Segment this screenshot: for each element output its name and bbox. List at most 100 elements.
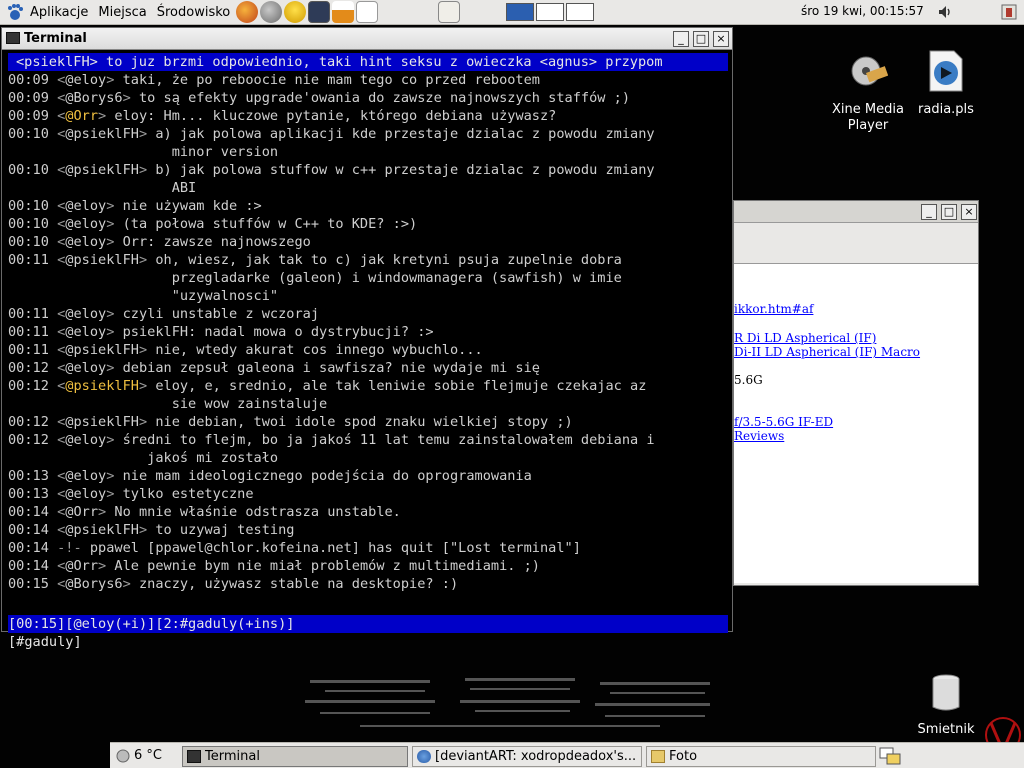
maximize-button[interactable]: □ [693,31,709,47]
chat-line: 00:10 <@psieklFH> b) jak polowa stuffow … [8,162,655,178]
show-desktop-icon[interactable] [438,1,461,23]
message-text: eloy: Hm... kluczowe pytanie, którego de… [114,108,557,124]
chat-line: 00:14 <@Orr> No mnie właśnie odstrasza u… [8,504,401,520]
terminal-titlebar[interactable]: Terminal _ □ × [2,28,732,50]
close-button[interactable]: × [961,204,977,220]
chat-line: 00:11 <@psieklFH> nie, wtedy akurat cos … [8,342,483,358]
message-text: średni to flejm, bo ja jakoś 11 lat temu… [122,432,655,448]
taskbar-item-terminal[interactable]: Terminal [182,746,408,767]
minimize-button[interactable]: _ [921,204,937,220]
message-text: a) jak polowa aplikacji kde przestaje dz… [155,126,655,142]
desktop-icon-xine[interactable]: Xine Media Player [823,53,913,134]
messenger-launcher-icon[interactable] [284,1,307,23]
text-editor-launcher-icon[interactable] [356,1,379,23]
terminal-launcher-icon[interactable] [308,1,331,23]
page-link[interactable]: ikkor.htm#af [734,302,813,316]
weather-icon [116,749,130,763]
taskbar-item-label: [deviantART: xodropdeadox's... [435,749,637,764]
timestamp: 00:10 [8,126,49,142]
timestamp: 00:11 [8,324,49,340]
timestamp: 00:14 [8,504,49,520]
nick: @eloy [65,198,107,214]
timestamp: 00:15 [8,576,49,592]
maximize-button[interactable]: □ [941,204,957,220]
weather-applet[interactable]: 6 °C [114,746,162,765]
clock[interactable]: śro 19 kwi, 00:15:57 [801,4,924,18]
message-text: nie używam kde :> [122,198,262,214]
timestamp: 00:14 [8,522,49,538]
message-text: psieklFH: nadal mowa o dystrybucji? :> [122,324,434,340]
browser-launcher-icon[interactable] [260,1,283,23]
chat-line: 00:12 <@psieklFH> nie debian, twoi idole… [8,414,573,430]
menu-places[interactable]: Miejsca [98,5,146,20]
message-text: tylko estetyczne [122,486,254,502]
page-text: 5.6G [734,373,763,387]
taskbar-item-browser[interactable]: [deviantART: xodropdeadox's... [412,746,642,767]
volume-icon[interactable] [937,4,953,20]
timestamp: 00:09 [8,72,49,88]
browser-window[interactable]: _ □ × ikkor.htm#af R Di LD Aspherical (I… [733,200,979,586]
input-prompt[interactable]: [#gaduly] [8,633,728,651]
message-text: oh, wiesz, jak tak to c) jak kretyni psu… [155,252,622,268]
minimize-button[interactable]: _ [673,31,689,47]
desktop-icon-label: Smietnik [917,722,975,737]
desktop-icon-trash[interactable]: Smietnik [901,673,991,738]
system-marker: -!- [57,540,82,556]
workspace-2[interactable] [536,3,565,21]
page-link[interactable]: Reviews [734,429,784,443]
message-text: znaczy, używasz stable na desktopie? :) [138,576,459,592]
nick: @Orr [65,504,99,520]
logout-icon[interactable] [1000,3,1018,21]
chat-line: sie wow zainstaluje [8,395,728,413]
chat-line: 00:12 <@eloy> debian zepsuł galeona i sa… [8,360,540,376]
taskbar-item-label: Terminal [205,749,260,764]
top-panel: Aplikacje Miejsca Środowisko śro 19 kwi,… [0,0,1024,25]
terminal-content[interactable]: <psieklFH> to juz brzmi odpowiednio, tak… [2,50,732,650]
continuation-text: "uzywalnosci" [171,288,279,304]
chat-line: 00:11 <@eloy> czyli unstable z wczoraj [8,306,320,322]
browser-toolbar [734,224,978,262]
timestamp: 00:11 [8,252,49,268]
chat-line: 00:12 <@eloy> średni to flejm, bo ja jak… [8,432,655,448]
continuation-text: przegladarke (galeon) i windowmanagera (… [171,270,622,286]
window-list-icon[interactable] [879,747,901,765]
film-reel-icon [851,56,889,86]
continuation-text: sie wow zainstaluje [171,396,328,412]
message-text: Ale pewnie bym nie miał problemów z mult… [114,558,540,574]
workspace-1[interactable] [506,3,535,21]
page-link[interactable]: f/3.5-5.6G IF-ED [734,415,833,429]
firefox-launcher-icon[interactable] [236,1,259,23]
menu-system[interactable]: Środowisko [157,5,231,20]
taskbar-item-label: Foto [669,749,698,764]
folder-icon [651,750,665,763]
timestamp: 00:12 [8,432,49,448]
browser-titlebar[interactable]: _ □ × [734,201,978,223]
nick: @eloy [65,234,107,250]
message-text: b) jak polowa stuffow w c++ przestaje dz… [155,162,655,178]
nick: @Borys6 [65,90,123,106]
nick: @eloy [65,486,107,502]
desktop-icon-label: Xine Media [832,102,904,117]
nick: @eloy [65,324,107,340]
close-button[interactable]: × [713,31,729,47]
timestamp: 00:09 [8,90,49,106]
page-link[interactable]: Di-II LD Aspherical (IF) Macro [734,345,920,359]
desktop-icon-radia[interactable]: radia.pls [901,49,991,118]
page-link[interactable]: R Di LD Aspherical (IF) [734,331,876,345]
chat-line: 00:09 <@eloy> taki, że po reboocie nie m… [8,72,540,88]
timestamp: 00:11 [8,342,49,358]
menu-applications[interactable]: Aplikacje [30,5,88,20]
gnome-foot-icon[interactable] [6,3,24,21]
nick: @eloy [65,360,107,376]
chat-line: 00:13 <@eloy> tylko estetyczne [8,486,254,502]
java-launcher-icon[interactable] [332,1,355,23]
timestamp: 00:12 [8,414,49,430]
timestamp: 00:10 [8,216,49,232]
chat-line: 00:14 -!- ppawel [ppawel@chlor.kofeina.n… [8,539,728,557]
terminal-window[interactable]: Terminal _ □ × <psieklFH> to juz brzmi o… [1,27,733,650]
trash-icon [932,674,960,711]
workspace-3[interactable] [566,3,595,21]
timestamp: 00:14 [8,558,49,574]
taskbar-item-foto[interactable]: Foto [646,746,876,767]
message-text: nie mam ideologicznego podejścia do opro… [122,468,532,484]
